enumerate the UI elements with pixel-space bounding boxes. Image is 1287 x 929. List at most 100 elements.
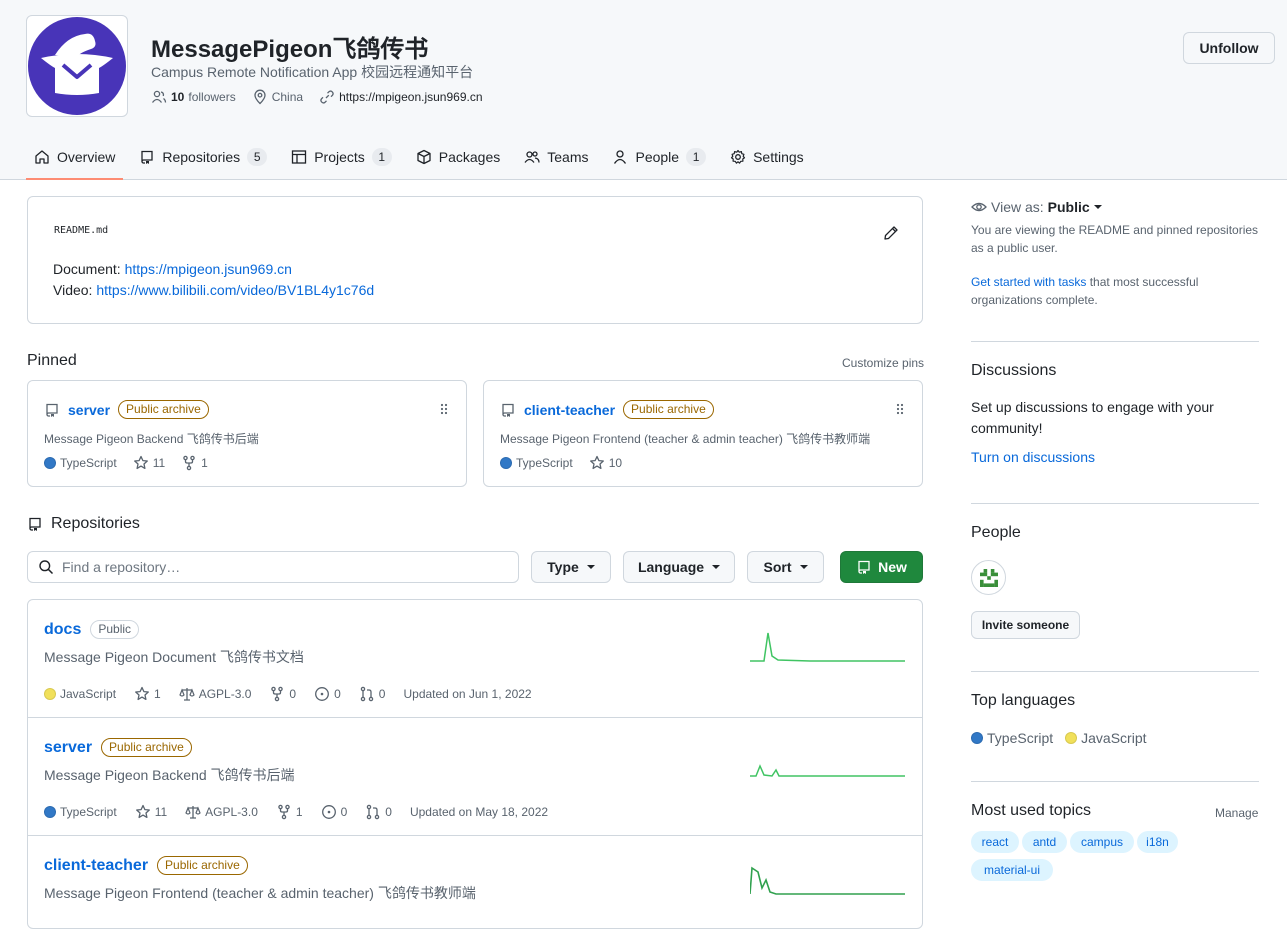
repositories-heading: Repositories bbox=[27, 515, 140, 533]
language-item[interactable]: JavaScript bbox=[1065, 730, 1147, 746]
topic-tag[interactable]: i18n bbox=[1137, 831, 1178, 853]
tab-projects[interactable]: Projects 1 bbox=[283, 137, 400, 177]
table-icon bbox=[292, 150, 307, 164]
repo-title: client-teacher Public archive bbox=[44, 856, 248, 875]
forks-count: 0 bbox=[289, 687, 297, 701]
divider bbox=[971, 781, 1259, 782]
tab-packages[interactable]: Packages bbox=[408, 137, 508, 177]
forks-link[interactable]: 1 bbox=[181, 455, 208, 471]
repo-list: docs Public Message Pigeon Document 飞鸽传书… bbox=[27, 599, 923, 929]
repo-row: client-teacher Public archive Message Pi… bbox=[28, 836, 922, 928]
readme-video-line: Video: https://www.bilibili.com/video/BV… bbox=[53, 282, 374, 298]
video-link[interactable]: https://www.bilibili.com/video/BV1BL4y1c… bbox=[96, 282, 374, 298]
pulls-link[interactable]: 0 bbox=[365, 804, 392, 820]
stars-count: 11 bbox=[154, 805, 168, 819]
topic-tag[interactable]: campus bbox=[1070, 831, 1134, 853]
new-label: New bbox=[878, 559, 907, 575]
drag-handle-icon[interactable] bbox=[896, 403, 904, 415]
pinned-repo-name[interactable]: server bbox=[68, 402, 110, 418]
tab-counter: 1 bbox=[371, 148, 392, 166]
tab-label: Projects bbox=[314, 149, 365, 165]
pinned-repo-card: client-teacher Public archive Message Pi… bbox=[483, 380, 923, 487]
stars-link[interactable]: 1 bbox=[134, 686, 161, 702]
document-link[interactable]: https://mpigeon.jsun969.cn bbox=[125, 261, 292, 277]
stars-link[interactable]: 10 bbox=[589, 455, 622, 471]
stars-link[interactable]: 11 bbox=[133, 455, 165, 471]
view-as-toggle[interactable]: View as: Public bbox=[971, 199, 1259, 215]
language-filter-label: Language bbox=[637, 559, 705, 575]
repositories-title: Repositories bbox=[51, 515, 140, 532]
video-label: Video: bbox=[53, 282, 93, 298]
stars-count: 10 bbox=[608, 456, 623, 470]
top-languages-section: Top languages TypeScript JavaScript bbox=[971, 692, 1259, 746]
repo-language: TypeScript bbox=[500, 456, 573, 470]
stars-count: 1 bbox=[154, 687, 161, 701]
pinned-repo-name[interactable]: client-teacher bbox=[524, 402, 615, 418]
issues-count: 0 bbox=[334, 687, 341, 701]
repo-row: server Public archive Message Pigeon Bac… bbox=[28, 718, 922, 836]
sort-dropdown[interactable]: Sort bbox=[747, 551, 824, 583]
website-link[interactable]: https://mpigeon.jsun969.cn bbox=[319, 89, 483, 105]
tab-overview[interactable]: Overview bbox=[26, 137, 124, 180]
issues-link[interactable]: 0 bbox=[321, 804, 347, 820]
pinned-repo-meta: TypeScript 10 bbox=[500, 455, 622, 471]
drag-handle-icon[interactable] bbox=[440, 403, 448, 415]
manage-topics-link[interactable]: Manage bbox=[1215, 806, 1258, 820]
license-link[interactable]: AGPL-3.0 bbox=[185, 804, 258, 820]
view-as-value: Public bbox=[1047, 199, 1090, 215]
repo-meta: JavaScript 1 AGPL-3.0 0 0 0 Updated on J… bbox=[44, 686, 532, 702]
repo-name-link[interactable]: docs bbox=[44, 621, 81, 639]
languages-list: TypeScript JavaScript bbox=[971, 730, 1259, 746]
eye-icon bbox=[971, 202, 987, 212]
stars-link[interactable]: 11 bbox=[135, 804, 167, 820]
language-color-dot bbox=[44, 688, 56, 700]
followers-count: 10 bbox=[171, 90, 185, 104]
issue-icon bbox=[315, 687, 330, 701]
repo-language: JavaScript bbox=[44, 687, 116, 701]
issue-icon bbox=[321, 805, 336, 819]
person-icon bbox=[614, 150, 627, 164]
topic-tag[interactable]: material-ui bbox=[971, 859, 1053, 881]
language-item[interactable]: TypeScript bbox=[971, 730, 1053, 746]
view-as-section: View as: Public You are viewing the READ… bbox=[971, 199, 1259, 309]
tab-counter: 1 bbox=[686, 148, 707, 166]
type-dropdown[interactable]: Type bbox=[531, 551, 611, 583]
pulls-link[interactable]: 0 bbox=[359, 686, 385, 702]
license-link[interactable]: AGPL-3.0 bbox=[179, 686, 251, 702]
customize-pins-link[interactable]: Customize pins bbox=[842, 356, 924, 370]
language-label: TypeScript bbox=[516, 456, 573, 470]
followers-link[interactable]: 10 followers bbox=[151, 89, 236, 105]
repo-search-input[interactable] bbox=[62, 559, 502, 575]
location-label: China bbox=[271, 90, 304, 104]
people-section: People bbox=[971, 524, 1259, 542]
repo-icon bbox=[29, 517, 41, 531]
stars-count: 11 bbox=[152, 456, 166, 470]
pinned-repo-meta: TypeScript 11 1 bbox=[44, 455, 208, 471]
unfollow-button[interactable]: Unfollow bbox=[1183, 32, 1275, 64]
topic-tag[interactable]: antd bbox=[1022, 831, 1067, 853]
identicon-icon bbox=[979, 568, 998, 587]
edit-readme-button[interactable] bbox=[883, 225, 899, 241]
topic-tag[interactable]: react bbox=[971, 831, 1019, 853]
tab-teams[interactable]: Teams bbox=[516, 137, 596, 177]
tab-settings[interactable]: Settings bbox=[722, 137, 812, 177]
member-avatar[interactable] bbox=[971, 560, 1006, 595]
star-icon bbox=[133, 455, 148, 470]
get-started-link[interactable]: Get started with tasks bbox=[971, 275, 1086, 289]
tab-people[interactable]: People 1 bbox=[604, 137, 714, 177]
language-dropdown[interactable]: Language bbox=[623, 551, 735, 583]
pinned-title: Pinned bbox=[27, 352, 77, 369]
new-repo-button[interactable]: New bbox=[840, 551, 923, 583]
invite-someone-button[interactable]: Invite someone bbox=[971, 611, 1080, 639]
tab-repositories[interactable]: Repositories 5 bbox=[131, 137, 275, 177]
repo-title: docs Public bbox=[44, 620, 140, 639]
issues-link[interactable]: 0 bbox=[314, 686, 341, 702]
forks-link[interactable]: 1 bbox=[276, 804, 303, 820]
repo-name-link[interactable]: server bbox=[44, 739, 92, 757]
tab-label: Settings bbox=[753, 149, 804, 165]
divider bbox=[971, 341, 1259, 342]
readme-filename: README.md bbox=[54, 225, 109, 236]
forks-link[interactable]: 0 bbox=[269, 686, 296, 702]
turn-on-discussions-link[interactable]: Turn on discussions bbox=[971, 449, 1259, 465]
repo-name-link[interactable]: client-teacher bbox=[44, 857, 148, 875]
